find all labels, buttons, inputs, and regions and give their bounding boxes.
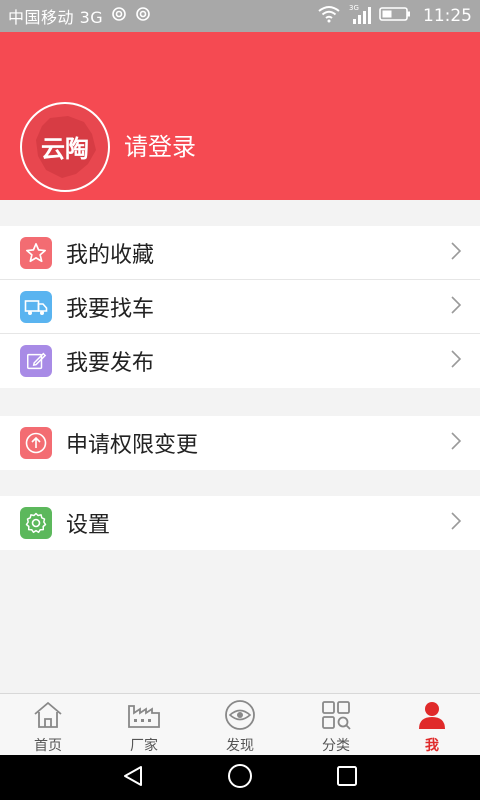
user-icon bbox=[416, 698, 448, 731]
carrier-label: 中国移动 3G bbox=[8, 8, 104, 27]
system-nav-bar bbox=[0, 755, 480, 800]
chevron-right-icon bbox=[450, 295, 462, 319]
chevron-right-icon bbox=[450, 431, 462, 455]
tab-me[interactable]: 我 bbox=[384, 694, 480, 755]
svg-text:3G: 3G bbox=[349, 4, 359, 12]
chevron-right-icon bbox=[450, 241, 462, 265]
menu-item-publish[interactable]: 我要发布 bbox=[0, 334, 480, 388]
avatar[interactable]: 云陶 bbox=[20, 102, 110, 192]
signal-icon: 3G bbox=[349, 3, 371, 29]
menu-item-label: 我要发布 bbox=[66, 351, 155, 376]
menu-item-label: 我要找车 bbox=[66, 296, 155, 322]
menu-item-label: 设置 bbox=[66, 513, 111, 538]
tab-category[interactable]: 分类 bbox=[288, 694, 384, 755]
gear-icon bbox=[20, 507, 52, 539]
profile-header: 云陶 请登录 bbox=[0, 32, 480, 200]
menu-item-settings[interactable]: 设置 bbox=[0, 496, 480, 550]
clock: 11:25 bbox=[423, 6, 472, 26]
home-icon bbox=[32, 698, 64, 731]
truck-icon bbox=[20, 290, 52, 323]
chevron-right-icon bbox=[450, 511, 462, 535]
app-screen: 中国移动 3G 3G 11:25 云陶 请登录 我的收藏 我要找车 我要发布 申… bbox=[0, 0, 480, 800]
login-prompt[interactable]: 请登录 bbox=[124, 127, 196, 162]
eye-icon bbox=[223, 698, 257, 731]
tab-label: 分类 bbox=[322, 738, 350, 754]
menu-group-settings: 设置 bbox=[0, 496, 480, 550]
menu-item-label: 我的收藏 bbox=[66, 242, 155, 268]
notification-swirl-icon bbox=[135, 6, 151, 26]
tab-label: 首页 bbox=[34, 738, 62, 754]
category-icon bbox=[320, 698, 352, 731]
avatar-logo-text: 云陶 bbox=[41, 135, 89, 163]
bottom-tab-bar: 首页 厂家 发现 分类 我 bbox=[0, 693, 480, 755]
back-icon[interactable] bbox=[121, 764, 145, 792]
battery-icon bbox=[379, 6, 411, 26]
menu-item-favorites[interactable]: 我的收藏 bbox=[0, 226, 480, 280]
wifi-icon bbox=[317, 5, 341, 27]
tab-discover[interactable]: 发现 bbox=[192, 694, 288, 755]
tab-label: 我 bbox=[425, 738, 439, 754]
tab-label: 发现 bbox=[226, 738, 254, 754]
tab-factory[interactable]: 厂家 bbox=[96, 694, 192, 755]
menu-item-label: 申请权限变更 bbox=[66, 433, 199, 458]
factory-icon bbox=[126, 698, 162, 731]
chevron-right-icon bbox=[450, 349, 462, 373]
notification-swirl-icon bbox=[111, 6, 127, 26]
tab-home[interactable]: 首页 bbox=[0, 694, 96, 755]
menu-item-find-truck[interactable]: 我要找车 bbox=[0, 280, 480, 334]
status-bar: 中国移动 3G 3G 11:25 bbox=[0, 0, 480, 32]
edit-icon bbox=[20, 345, 52, 377]
recent-apps-icon[interactable] bbox=[335, 764, 359, 792]
tab-label: 厂家 bbox=[130, 738, 158, 754]
home-button-icon[interactable] bbox=[226, 762, 254, 794]
menu-group-main: 我的收藏 我要找车 我要发布 bbox=[0, 226, 480, 388]
menu-group-permission: 申请权限变更 bbox=[0, 416, 480, 470]
star-icon bbox=[20, 236, 52, 269]
menu-item-permission-change[interactable]: 申请权限变更 bbox=[0, 416, 480, 470]
upload-icon bbox=[20, 427, 52, 459]
